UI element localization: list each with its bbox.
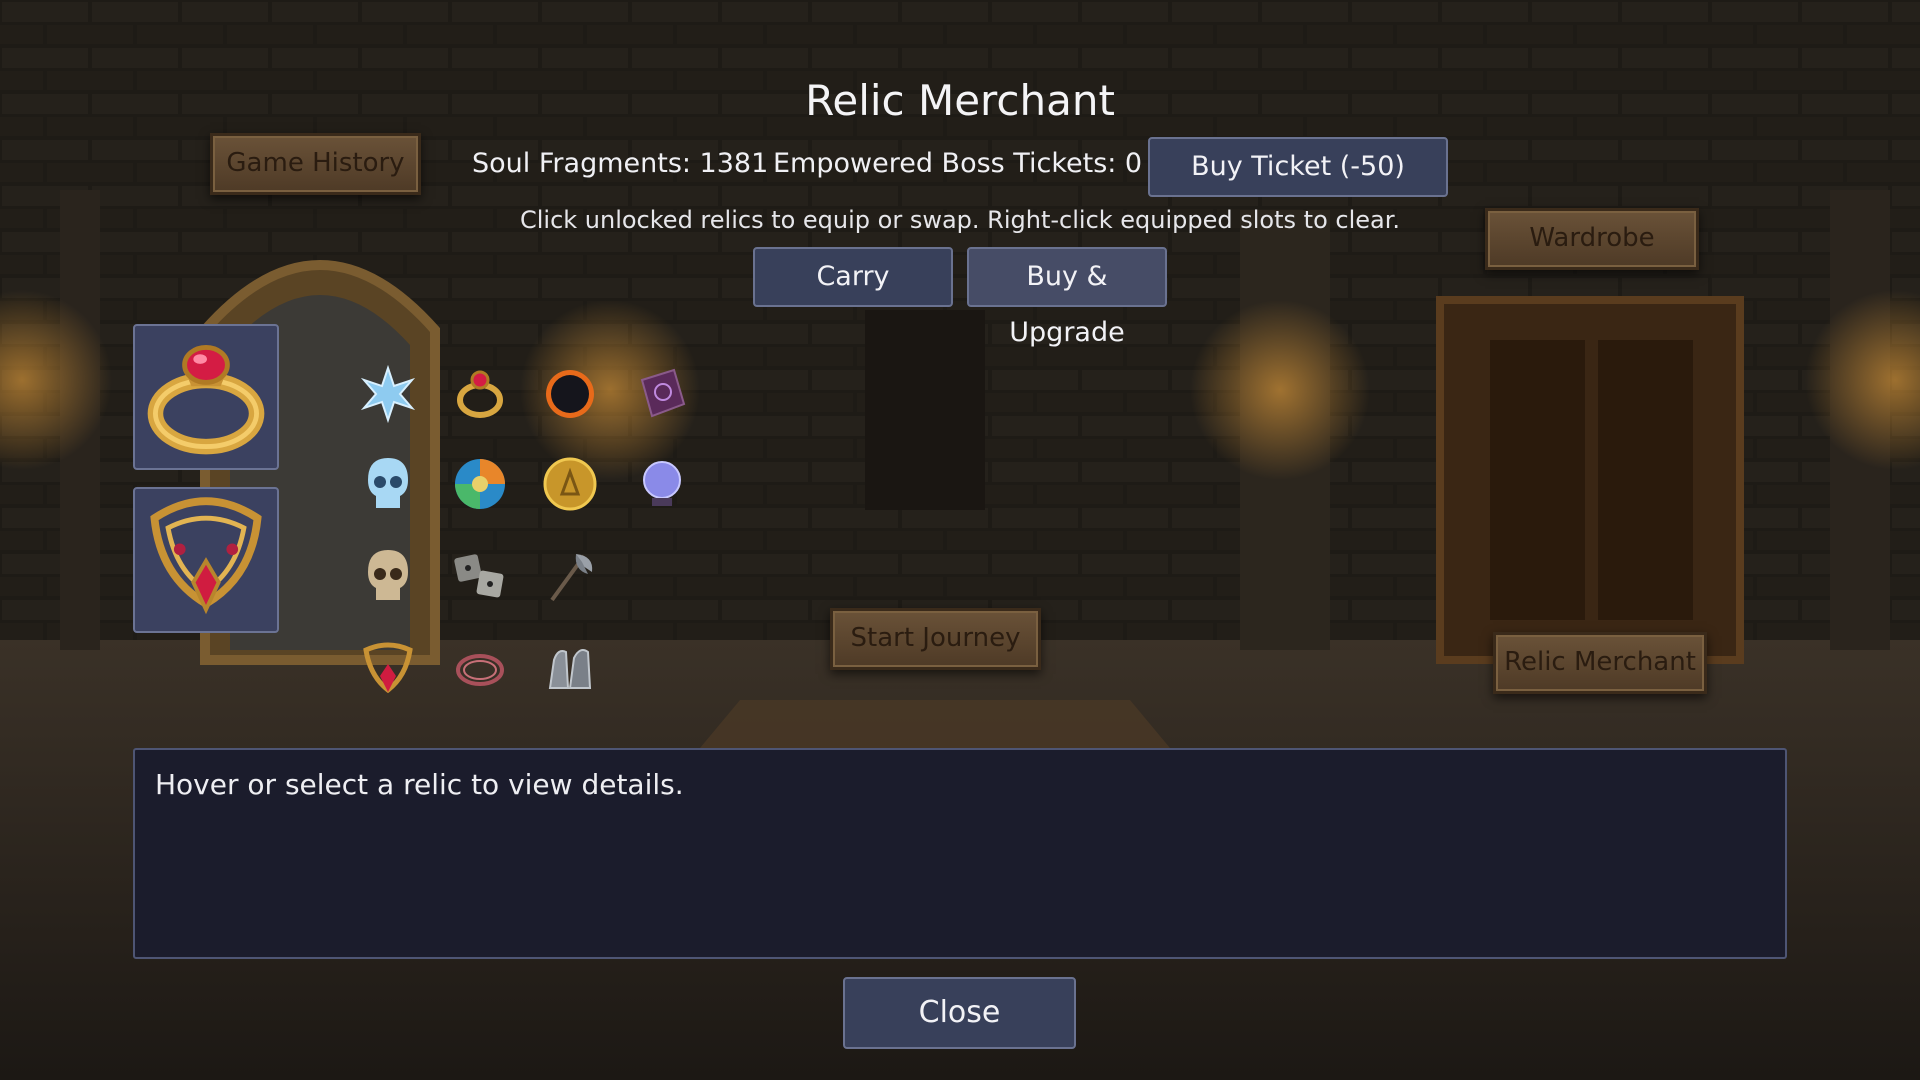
equipped-slot-ring[interactable] xyxy=(133,324,279,470)
relic-spellbook[interactable] xyxy=(632,364,692,424)
gauntlets-icon xyxy=(548,649,592,689)
tab-buy-upgrade[interactable]: Buy & Upgrade xyxy=(967,247,1167,348)
relic-ruby-amulet[interactable] xyxy=(358,638,418,698)
relic-merchant-sign[interactable]: Relic Merchant xyxy=(1493,632,1707,694)
relic-thorn-bracelet[interactable] xyxy=(450,638,510,698)
game-history-sign[interactable]: Game History xyxy=(210,133,421,195)
dark-eclipse-orb-icon xyxy=(546,370,594,418)
elemental-orb-icon xyxy=(455,459,505,509)
page-title: Relic Merchant xyxy=(805,76,1115,125)
gold-ruby-ring-icon xyxy=(147,344,265,455)
relic-details-panel: Hover or select a relic to view details. xyxy=(133,748,1787,959)
equipped-slot-necklace[interactable] xyxy=(133,487,279,633)
instructions-text: Click unlocked relics to equip or swap. … xyxy=(519,206,1401,234)
relic-gold-coin[interactable] xyxy=(540,454,600,514)
ice-crystal-icon xyxy=(360,364,416,424)
bone-skull-icon xyxy=(368,550,408,600)
relic-dark-eclipse[interactable] xyxy=(540,364,600,424)
relic-ruby-ring[interactable] xyxy=(450,364,510,424)
relic-bone-skull[interactable] xyxy=(358,546,418,606)
gold-coin-icon xyxy=(543,457,597,511)
relic-details-text: Hover or select a relic to view details. xyxy=(155,768,684,801)
boss-tickets-counter: Empowered Boss Tickets: 0 xyxy=(773,148,1143,179)
soul-fragments-counter: Soul Fragments: 1381 xyxy=(472,148,769,179)
relic-elemental-orb[interactable] xyxy=(450,454,510,514)
ruby-ring-icon xyxy=(457,370,503,418)
ruby-necklace-icon xyxy=(150,497,262,615)
battle-axe-icon xyxy=(550,554,593,602)
relic-gauntlets[interactable] xyxy=(540,638,600,698)
ruby-amulet-icon xyxy=(363,642,413,694)
relic-dice[interactable] xyxy=(450,546,510,606)
relic-crystal-ball[interactable] xyxy=(632,454,692,514)
tab-carry[interactable]: Carry xyxy=(753,247,953,307)
relic-ice-skull[interactable] xyxy=(358,454,418,514)
relic-ice-crystal[interactable] xyxy=(358,364,418,424)
start-journey-sign[interactable]: Start Journey xyxy=(830,608,1041,670)
thorn-bracelet-icon xyxy=(456,654,504,686)
crystal-ball-icon xyxy=(643,461,681,506)
spellbook-icon xyxy=(640,368,686,418)
buy-ticket-button[interactable]: Buy Ticket (-50) xyxy=(1148,137,1448,197)
ice-skull-icon xyxy=(368,458,408,508)
dice-icon xyxy=(454,554,504,598)
close-button[interactable]: Close xyxy=(843,977,1076,1049)
relic-battle-axe[interactable] xyxy=(540,546,600,606)
